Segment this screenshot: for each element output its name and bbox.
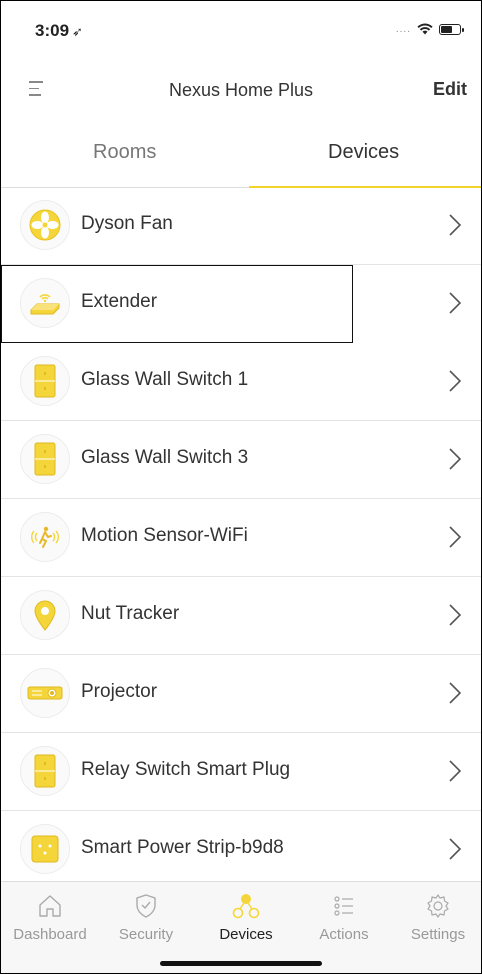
tabbar-label: Settings [410, 926, 466, 943]
device-name: Projector [81, 681, 158, 702]
extender-icon [20, 278, 70, 328]
gear-icon [393, 888, 481, 924]
home-indicator [160, 961, 322, 966]
app-screen: 3:09 ➶ .... Nexus Home Plus Edit Rooms De… [0, 0, 482, 974]
chevron-right-icon [449, 448, 462, 470]
status-indicators: .... [395, 23, 464, 35]
wall-switch-icon [20, 356, 70, 406]
chevron-right-icon [449, 370, 462, 392]
devices-icon [201, 888, 291, 924]
fan-icon [20, 200, 70, 250]
tabbar-label: Security [118, 926, 174, 943]
device-row-nut-tracker[interactable]: Nut Tracker [1, 577, 481, 655]
wall-switch-icon [20, 434, 70, 484]
status-time: 3:09 ➶ [35, 21, 83, 41]
status-bar: 3:09 ➶ .... [1, 1, 481, 65]
home-icon [5, 888, 95, 924]
chevron-right-icon [449, 604, 462, 626]
location-pin-icon [20, 590, 70, 640]
tabbar-security[interactable]: Security [101, 888, 191, 943]
device-name: Nut Tracker [81, 603, 180, 624]
bottom-tab-bar: Dashboard Security Devices Actions Setti… [1, 881, 481, 973]
motion-sensor-icon [20, 512, 70, 562]
signal-dots: .... [395, 23, 411, 35]
device-row-projector[interactable]: Projector [1, 655, 481, 733]
relay-switch-icon [20, 746, 70, 796]
chevron-right-icon [449, 682, 462, 704]
tabbar-actions[interactable]: Actions [299, 888, 389, 943]
tabbar-label: Devices [219, 926, 273, 943]
device-name: Relay Switch Smart Plug [81, 759, 291, 780]
chevron-right-icon [449, 838, 462, 860]
tabbar-label: Actions [319, 926, 369, 943]
tabbar-devices[interactable]: Devices [201, 888, 291, 943]
device-row-glass-wall-switch-3[interactable]: Glass Wall Switch 3 [1, 421, 481, 499]
device-row-motion-sensor-wifi[interactable]: Motion Sensor-WiFi [1, 499, 481, 577]
device-row-smart-power-strip[interactable]: Smart Power Strip-b9d8 [1, 811, 481, 889]
location-arrow-icon: ➶ [72, 24, 83, 39]
device-name: Smart Power Strip-b9d8 [81, 837, 284, 858]
list-icon [299, 888, 389, 924]
tabbar-label: Dashboard [13, 926, 87, 943]
edit-button[interactable]: Edit [433, 79, 467, 100]
device-row-glass-wall-switch-1[interactable]: Glass Wall Switch 1 [1, 343, 481, 421]
page-title: Nexus Home Plus [168, 80, 314, 100]
segment-tabs: Rooms Devices [1, 121, 481, 188]
chevron-right-icon [449, 760, 462, 782]
tab-rooms[interactable]: Rooms [93, 141, 156, 164]
chevron-right-icon [449, 214, 462, 236]
device-list: Dyson Fan Extender Glass Wall Switch 1 G… [1, 187, 481, 889]
wifi-icon [417, 23, 433, 35]
chevron-right-icon [449, 292, 462, 314]
device-name: Dyson Fan [81, 213, 173, 234]
nav-header: Nexus Home Plus Edit [1, 65, 481, 115]
battery-level [441, 25, 452, 33]
projector-icon [20, 668, 70, 718]
tabbar-settings[interactable]: Settings [393, 888, 481, 943]
power-strip-icon [20, 824, 70, 874]
shield-icon [101, 888, 191, 924]
device-row-extender[interactable]: Extender [1, 265, 462, 343]
tabbar-dashboard[interactable]: Dashboard [5, 888, 95, 943]
device-row-dyson-fan[interactable]: Dyson Fan [1, 187, 481, 265]
battery-icon [439, 23, 464, 35]
device-row-relay-switch-smart-plug[interactable]: Relay Switch Smart Plug [1, 733, 481, 811]
tab-devices[interactable]: Devices [328, 141, 399, 164]
device-name: Glass Wall Switch 1 [81, 369, 249, 390]
chevron-right-icon [449, 526, 462, 548]
status-time-text: 3:09 [35, 21, 70, 40]
device-name: Glass Wall Switch 3 [81, 447, 249, 468]
device-name: Motion Sensor-WiFi [81, 525, 248, 546]
device-name: Extender [81, 291, 158, 312]
